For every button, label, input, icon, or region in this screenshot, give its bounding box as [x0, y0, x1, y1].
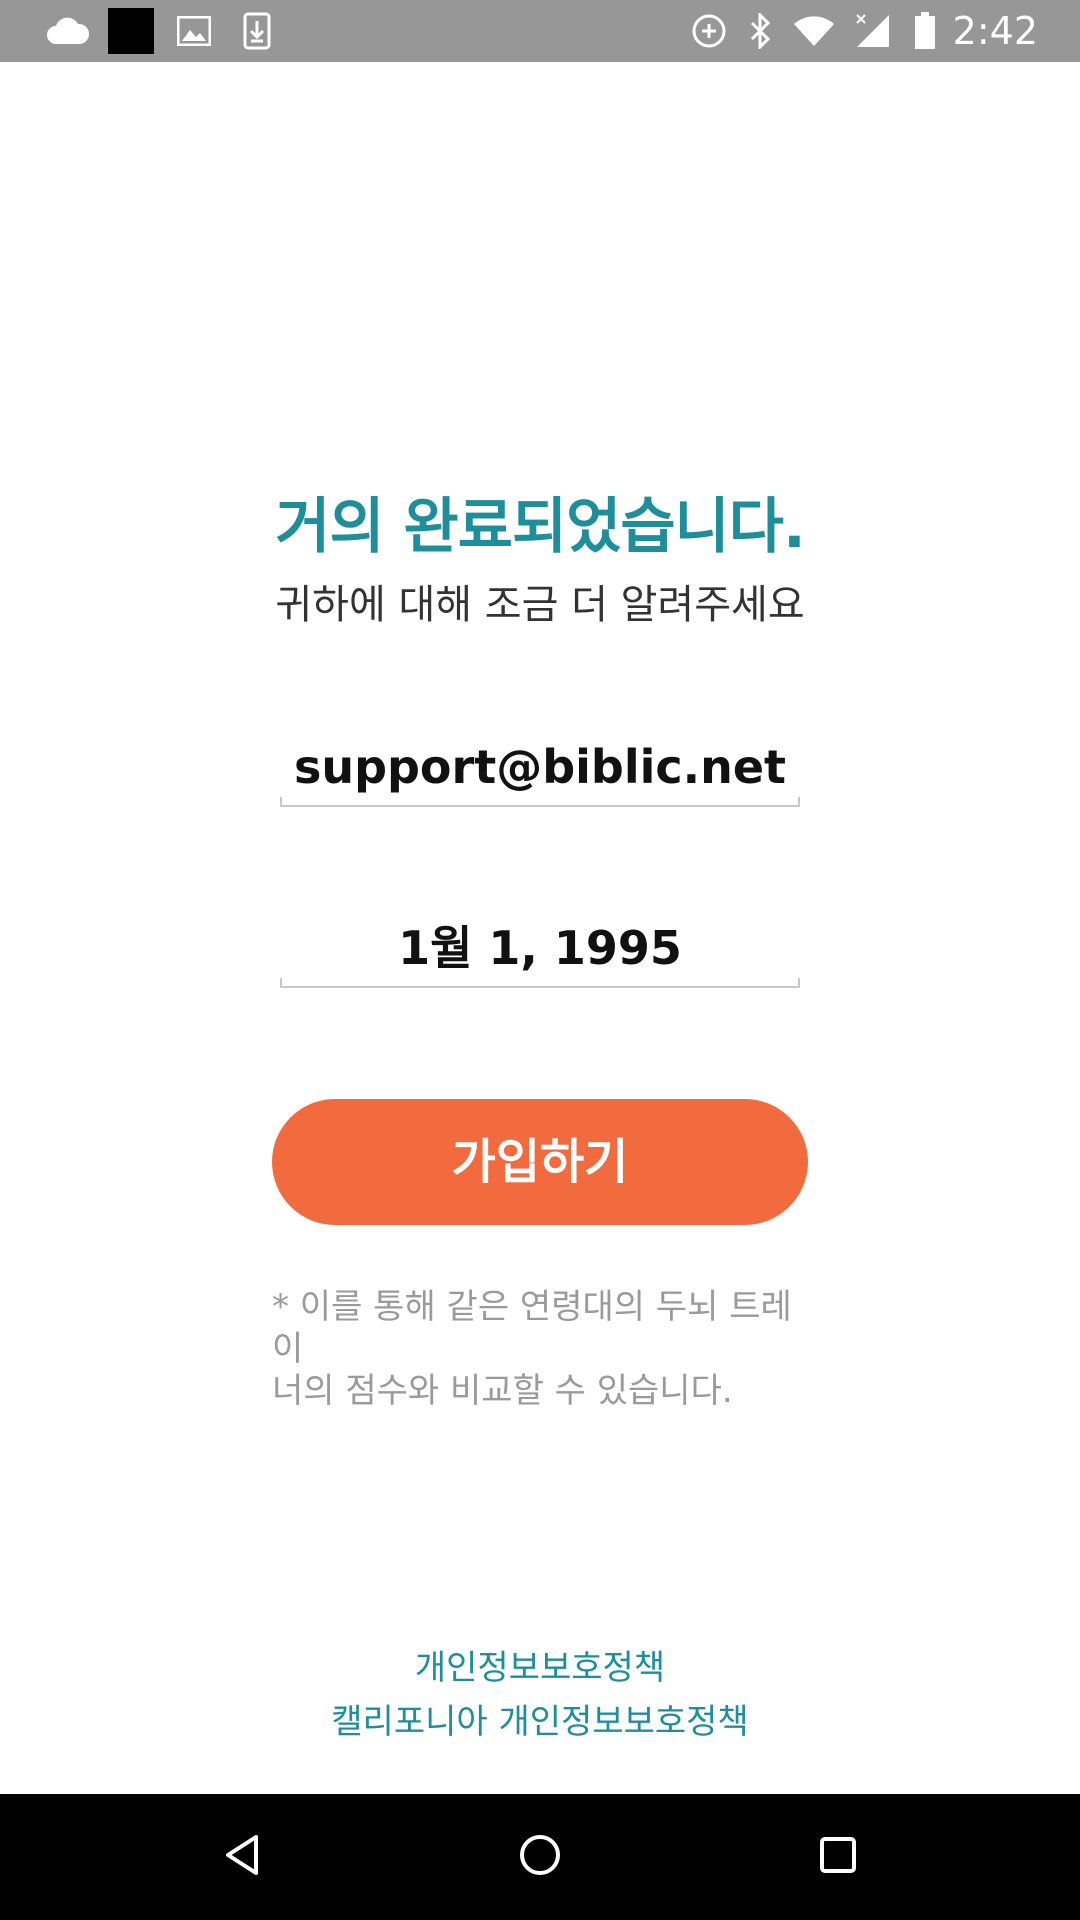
birthdate-underline	[280, 978, 800, 988]
page-title: 거의 완료되었습니다.	[275, 492, 805, 562]
status-bar: 2:42	[0, 0, 1080, 62]
cloud-icon	[44, 0, 92, 62]
back-button[interactable]	[182, 1794, 302, 1920]
wifi-icon	[790, 0, 838, 62]
download-icon	[242, 0, 272, 62]
signup-screen: 거의 완료되었습니다. 귀하에 대해 조금 더 알려주세요 support@bi…	[0, 62, 1080, 1794]
page-subtitle: 귀하에 대해 조금 더 알려주세요	[275, 582, 805, 628]
bluetooth-icon	[746, 0, 774, 62]
email-underline	[280, 797, 800, 807]
black-square-icon	[108, 0, 154, 62]
recents-button[interactable]	[778, 1794, 898, 1920]
california-privacy-policy-link[interactable]: 캘리포니아 개인정보보호정책	[0, 1694, 1080, 1743]
data-saver-icon	[690, 0, 728, 62]
signup-button[interactable]: 가입하기	[272, 1099, 808, 1225]
home-button[interactable]	[480, 1794, 600, 1920]
status-time: 2:42	[952, 9, 1038, 53]
signal-icon	[854, 0, 892, 62]
note-line-2: 너의 점수와 비교할 수 있습니다.	[272, 1371, 733, 1411]
birthdate-field[interactable]: 1월 1, 1995	[280, 908, 800, 988]
email-field[interactable]: support@biblic.net	[280, 727, 800, 807]
recents-icon	[818, 1835, 858, 1879]
email-value: support@biblic.net	[293, 740, 787, 794]
battery-icon	[910, 0, 940, 62]
age-comparison-note: * 이를 통해 같은 연령대의 두뇌 트레이 너의 점수와 비교할 수 있습니다…	[272, 1286, 817, 1412]
home-icon	[518, 1833, 562, 1881]
navigation-bar	[0, 1794, 1080, 1920]
note-line-1: * 이를 통해 같은 연령대의 두뇌 트레이	[272, 1287, 792, 1369]
back-icon	[222, 1833, 262, 1881]
image-icon	[176, 0, 212, 62]
birthdate-value: 1월 1, 1995	[398, 921, 682, 975]
privacy-policy-link[interactable]: 개인정보보호정책	[0, 1640, 1080, 1689]
